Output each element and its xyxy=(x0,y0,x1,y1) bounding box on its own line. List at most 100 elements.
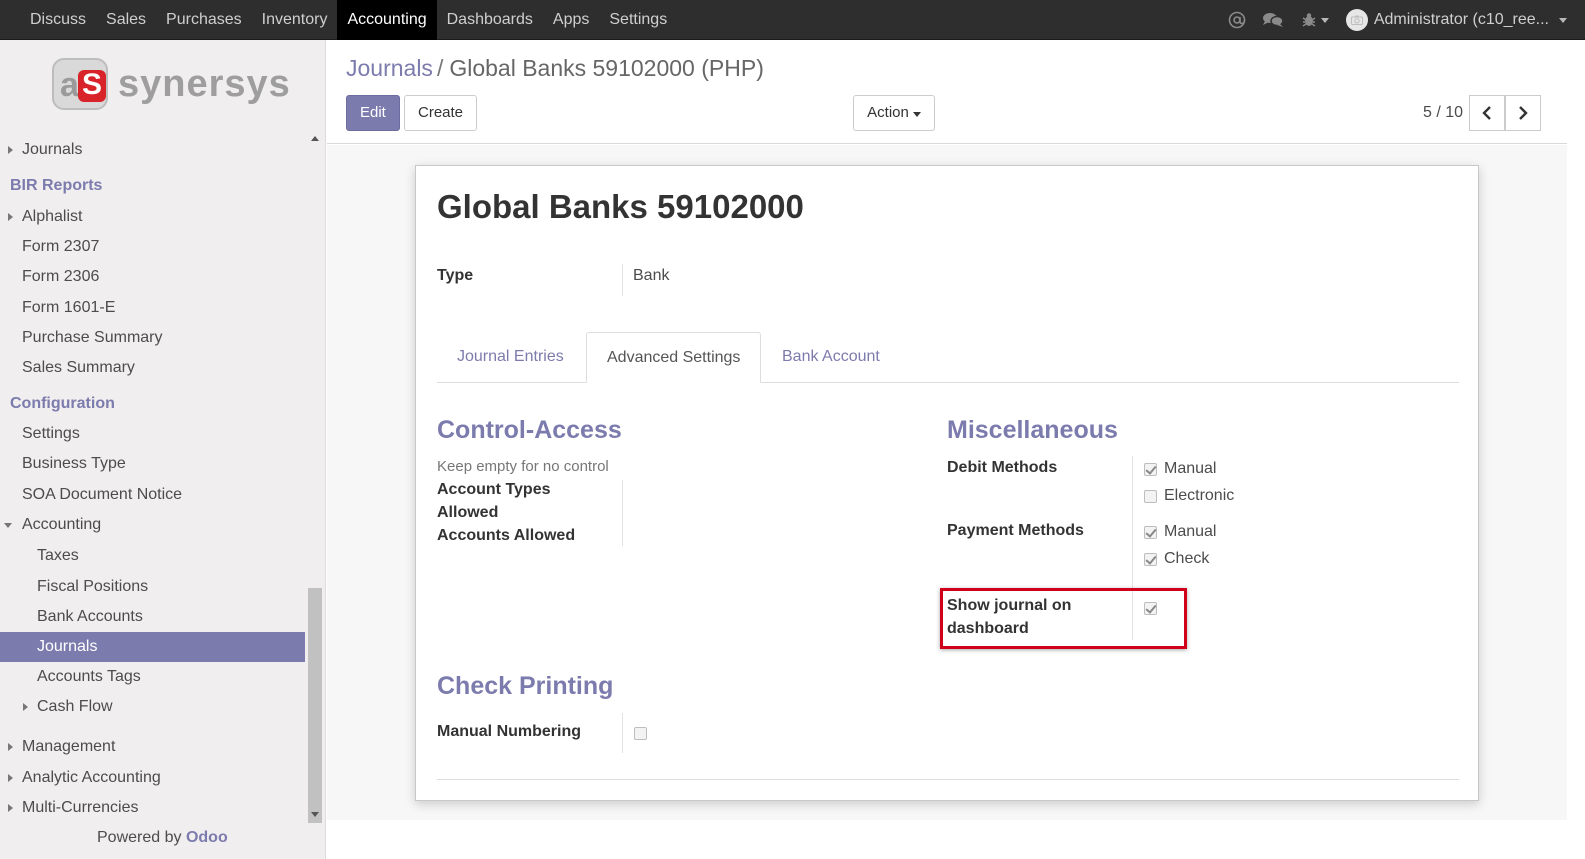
annotation-highlight-box xyxy=(940,588,1187,649)
edit-button[interactable]: Edit xyxy=(346,95,400,131)
record-title: Global Banks 59102000 xyxy=(437,188,804,225)
menu-apps[interactable]: Apps xyxy=(543,0,599,40)
notebook-tabs: Journal Entries Advanced Settings Bank A… xyxy=(437,332,1459,383)
sidebar-item-label: Purchase Summary xyxy=(22,329,163,346)
menu-sales[interactable]: Sales xyxy=(96,0,156,40)
sidebar-item-label: Business Type xyxy=(22,455,126,472)
payment-methods-label: Payment Methods xyxy=(947,522,1084,539)
field-divider xyxy=(622,713,623,753)
sidebar-item-label: Journals xyxy=(37,638,98,655)
sidebar-item-accounts-tags[interactable]: Accounts Tags xyxy=(0,662,305,692)
pager-previous-button[interactable] xyxy=(1469,95,1505,131)
breadcrumb-journals[interactable]: Journals xyxy=(346,55,433,81)
menu-purchases[interactable]: Purchases xyxy=(156,0,252,40)
caret-right-icon xyxy=(8,146,13,154)
action-label: Action xyxy=(867,104,909,121)
miscellaneous-heading: Miscellaneous xyxy=(947,416,1118,444)
debug-bug-icon[interactable] xyxy=(1298,9,1332,31)
sidebar-item-soa-document-notice[interactable]: SOA Document Notice xyxy=(0,480,305,510)
chevron-down-icon xyxy=(912,112,921,117)
sidebar-item-label: Management xyxy=(22,738,116,755)
action-dropdown[interactable]: Action xyxy=(853,95,935,131)
scroll-down-icon[interactable] xyxy=(311,812,319,817)
tab-advanced-settings[interactable]: Advanced Settings xyxy=(586,332,762,383)
sidebar-item-taxes[interactable]: Taxes xyxy=(0,541,305,571)
sidebar-item-form-1601e[interactable]: Form 1601-E xyxy=(0,293,305,323)
menu-discuss[interactable]: Discuss xyxy=(20,0,96,40)
sidebar-item-analytic-accounting[interactable]: Analytic Accounting xyxy=(0,763,305,793)
menu-accounting[interactable]: Accounting xyxy=(337,0,437,40)
create-button[interactable]: Create xyxy=(404,95,478,131)
control-access-help: Keep empty for no control xyxy=(437,458,609,475)
sidebar-item-label: Sales Summary xyxy=(22,359,135,376)
company-logo[interactable]: aS synersys xyxy=(52,58,291,110)
sidebar-item-journals-top[interactable]: Journals xyxy=(0,135,305,165)
sidebar-item-label: Multi-Currencies xyxy=(22,799,139,816)
section-bir-reports[interactable]: BIR Reports xyxy=(10,177,102,195)
sidebar-item-business-type[interactable]: Business Type xyxy=(0,449,305,479)
menu-inventory[interactable]: Inventory xyxy=(252,0,338,40)
sidebar-item-sales-summary[interactable]: Sales Summary xyxy=(0,353,305,383)
sidebar-item-accounting[interactable]: Accounting xyxy=(0,510,305,540)
sidebar-item-multi-currencies[interactable]: Multi-Currencies xyxy=(0,793,305,823)
sidebar-item-label: Cash Flow xyxy=(37,698,113,715)
section-configuration[interactable]: Configuration xyxy=(10,395,115,413)
sidebar-item-form-2306[interactable]: Form 2306 xyxy=(0,262,305,292)
odoo-link[interactable]: Odoo xyxy=(186,829,228,846)
chat-bubbles-icon[interactable] xyxy=(1262,9,1284,31)
caret-right-icon xyxy=(23,703,28,711)
sidebar-item-fiscal-positions[interactable]: Fiscal Positions xyxy=(0,572,305,602)
debit-electronic-checkbox[interactable] xyxy=(1144,490,1157,503)
pager-next-button[interactable] xyxy=(1505,95,1541,131)
pager-value[interactable]: 5 / 10 xyxy=(1423,104,1463,122)
tab-bank-account[interactable]: Bank Account xyxy=(762,332,900,383)
menu-dashboards[interactable]: Dashboards xyxy=(437,0,543,40)
form-view: Global Banks 59102000 Type Bank Journal … xyxy=(327,145,1567,820)
payment-manual-label: Manual xyxy=(1164,523,1217,540)
menu-settings[interactable]: Settings xyxy=(599,0,677,40)
sidebar-item-management[interactable]: Management xyxy=(0,732,305,762)
breadcrumb: Journals / Global Banks 59102000 (PHP) xyxy=(346,55,764,82)
breadcrumb-separator: / xyxy=(436,55,444,81)
payment-check-checkbox[interactable] xyxy=(1144,553,1157,566)
scroll-up-icon[interactable] xyxy=(311,136,319,141)
sidebar-item-label: Form 2306 xyxy=(22,268,100,285)
sidebar-scrollbar[interactable] xyxy=(306,132,324,823)
control-access-heading: Control-Access xyxy=(437,416,622,444)
sidebar-item-bank-accounts[interactable]: Bank Accounts xyxy=(0,602,305,632)
top-navbar: Discuss Sales Purchases Inventory Accoun… xyxy=(0,0,1585,40)
chevron-left-icon xyxy=(1482,106,1491,120)
powered-by: Powered by Odoo xyxy=(97,829,228,847)
debit-manual-checkbox[interactable] xyxy=(1144,463,1157,476)
systray: Administrator (c10_ree... xyxy=(1226,0,1567,40)
sidebar-item-alphalist[interactable]: Alphalist xyxy=(0,202,305,232)
sidebar-item-label: Fiscal Positions xyxy=(37,578,149,595)
scrollbar-thumb[interactable] xyxy=(308,588,322,823)
payment-check-label: Check xyxy=(1164,550,1210,567)
form-sheet: Global Banks 59102000 Type Bank Journal … xyxy=(415,165,1479,801)
manual-numbering-checkbox[interactable] xyxy=(634,727,647,740)
user-menu[interactable]: Administrator (c10_ree... xyxy=(1345,9,1567,31)
caret-right-icon xyxy=(8,213,13,221)
sidebar-item-cash-flow[interactable]: Cash Flow xyxy=(0,692,305,722)
sidebar-item-label: SOA Document Notice xyxy=(22,486,183,503)
logo-text: synersys xyxy=(118,62,291,105)
account-types-allowed-label: Account Types Allowed xyxy=(437,478,551,524)
at-mention-icon[interactable] xyxy=(1226,9,1248,31)
sidebar-item-journals[interactable]: Journals xyxy=(0,632,305,662)
sidebar-item-label: Alphalist xyxy=(22,208,83,225)
user-name: Administrator (c10_ree... xyxy=(1373,11,1549,28)
sidebar-item-purchase-summary[interactable]: Purchase Summary xyxy=(0,323,305,353)
payment-manual-checkbox[interactable] xyxy=(1144,526,1157,539)
sidebar-item-label: Taxes xyxy=(37,547,79,564)
sidebar-item-form-2307[interactable]: Form 2307 xyxy=(0,232,305,262)
label-line: Allowed xyxy=(437,504,499,521)
sidebar-item-settings[interactable]: Settings xyxy=(0,419,305,449)
sidebar-item-label: Analytic Accounting xyxy=(22,769,161,786)
avatar xyxy=(1345,9,1368,31)
tab-journal-entries[interactable]: Journal Entries xyxy=(437,332,584,383)
sidebar-item-label: Form 1601-E xyxy=(22,299,116,316)
debit-methods-label: Debit Methods xyxy=(947,459,1058,476)
type-label: Type xyxy=(437,267,474,284)
chevron-down-icon xyxy=(1559,17,1567,23)
